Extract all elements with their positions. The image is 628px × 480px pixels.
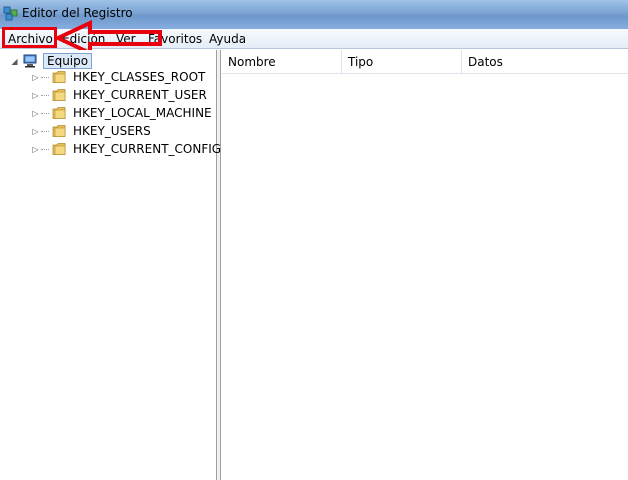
tree-node-label[interactable]: HKEY_LOCAL_MACHINE xyxy=(73,106,212,120)
tree-root-label[interactable]: Equipo xyxy=(43,53,93,69)
column-header-tipo[interactable]: Tipo xyxy=(342,50,462,74)
menu-bar: Archivo Edición Ver Favoritos Ayuda xyxy=(0,29,628,49)
menu-archivo[interactable]: Archivo xyxy=(8,32,53,46)
folder-icon xyxy=(52,71,66,83)
tree-node-hkey-local-machine[interactable]: ▷ HKEY_LOCAL_MACHINE xyxy=(31,104,212,122)
tree-node-label[interactable]: HKEY_CLASSES_ROOT xyxy=(73,70,205,84)
folder-icon xyxy=(52,107,66,119)
computer-icon xyxy=(23,54,37,68)
column-header-datos[interactable]: Datos xyxy=(462,50,628,74)
menu-favoritos[interactable]: Favoritos xyxy=(148,32,202,46)
folder-icon xyxy=(52,143,66,155)
window-title: Editor del Registro xyxy=(22,6,133,20)
tree-node-label[interactable]: HKEY_CURRENT_USER xyxy=(73,88,207,102)
folder-icon xyxy=(52,89,66,101)
tree-node-hkey-current-user[interactable]: ▷ HKEY_CURRENT_USER xyxy=(31,86,207,104)
folder-icon xyxy=(52,125,66,137)
collapse-arrow-icon[interactable]: ◢ xyxy=(10,57,19,66)
expand-arrow-icon[interactable]: ▷ xyxy=(31,109,40,118)
tree-node-hkey-classes-root[interactable]: ▷ HKEY_CLASSES_ROOT xyxy=(31,68,205,86)
registry-editor-icon xyxy=(3,6,18,21)
tree-node-hkey-users[interactable]: ▷ HKEY_USERS xyxy=(31,122,151,140)
tree-node-hkey-current-config[interactable]: ▷ HKEY_CURRENT_CONFIG xyxy=(31,140,221,158)
expand-arrow-icon[interactable]: ▷ xyxy=(31,73,40,82)
menu-ayuda[interactable]: Ayuda xyxy=(209,32,246,46)
tree-node-label[interactable]: HKEY_USERS xyxy=(73,124,151,138)
expand-arrow-icon[interactable]: ▷ xyxy=(31,145,40,154)
menu-edicion[interactable]: Edición xyxy=(62,32,105,46)
pane-splitter[interactable] xyxy=(217,50,221,480)
list-pane: Nombre Tipo Datos xyxy=(222,50,628,480)
menu-ver[interactable]: Ver xyxy=(116,32,136,46)
expand-arrow-icon[interactable]: ▷ xyxy=(31,127,40,136)
title-bar: Editor del Registro xyxy=(0,0,628,29)
expand-arrow-icon[interactable]: ▷ xyxy=(31,91,40,100)
tree-node-label[interactable]: HKEY_CURRENT_CONFIG xyxy=(73,142,221,156)
column-header-nombre[interactable]: Nombre xyxy=(222,50,342,74)
